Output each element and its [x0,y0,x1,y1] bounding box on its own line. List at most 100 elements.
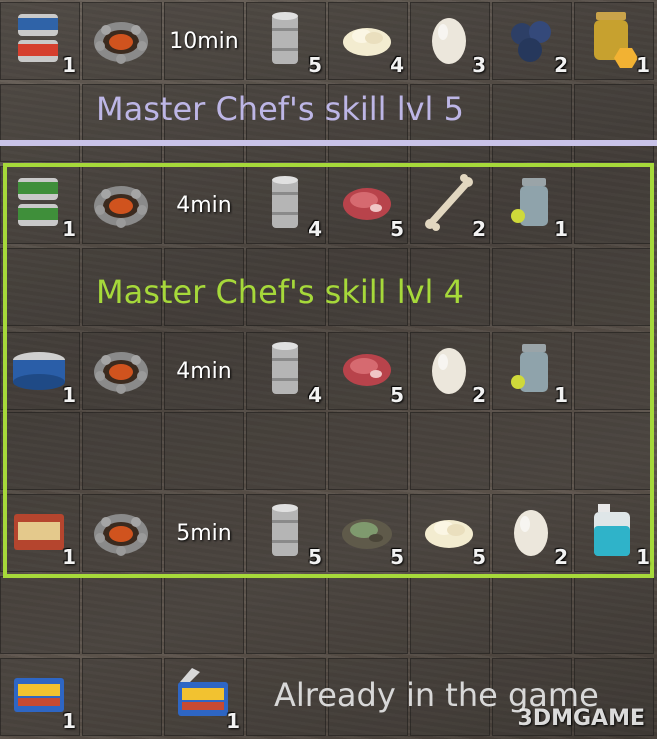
lvl5-tier-label: Master Chef's skill lvl 5 [96,90,464,128]
item-sham-can[interactable]: 1 [0,658,80,736]
grid-cell [574,84,654,162]
grid-cell [328,576,408,654]
grid-cell [0,84,80,162]
egg-icon [432,18,466,64]
item-count: 5 [308,545,322,569]
watermark: 3DMGAME [517,706,645,731]
item-count: 1 [62,709,76,733]
item-salmon-can[interactable]: 1 [0,494,80,572]
item-count: 5 [390,383,404,407]
item-count: 2 [554,545,568,569]
grid-cell [82,576,162,654]
item-raw-meat[interactable]: 5 [328,332,408,410]
item-count: 1 [226,709,240,733]
item-egg[interactable]: 3 [410,2,490,80]
bone-icon [425,174,473,231]
item-egg[interactable]: 2 [492,494,572,572]
recipe-board: 1 10min 5 4 3 2 1 Master Chef's skill lv… [0,0,657,739]
meow-chow-can-icon [18,178,58,226]
item-campfire[interactable] [82,166,162,244]
blueberries-icon [511,21,551,62]
item-count: 1 [62,383,76,407]
item-tuna-can[interactable]: 1 [0,332,80,410]
cook-time: 4min [176,192,232,218]
item-count: 1 [62,545,76,569]
item-count: 4 [308,383,322,407]
item-water-jar[interactable]: 1 [492,332,572,410]
item-canned-goods[interactable]: 1 [0,2,80,80]
item-count: 1 [62,217,76,241]
egg-icon [432,348,466,394]
campfire-icon [94,186,148,228]
empty-can-icon [272,342,298,394]
item-campfire[interactable] [82,494,162,572]
item-fish-steak[interactable]: 5 [328,494,408,572]
water-jar-icon [511,344,548,392]
grid-cell [82,658,162,736]
item-count: 1 [554,383,568,407]
item-antifreeze-jug[interactable]: 1 [574,494,654,572]
item-empty-can[interactable]: 5 [246,494,326,572]
item-count: 4 [390,53,404,77]
item-count: 5 [472,545,486,569]
item-count: 1 [636,545,650,569]
salmon-can-icon [14,514,64,550]
campfire-icon [94,352,148,394]
grid-cell [492,84,572,162]
grid-cell [492,576,572,654]
lvl4-tier-label: Master Chef's skill lvl 4 [96,273,464,311]
item-honey-jar[interactable]: 1 [574,2,654,80]
empty-can-icon [272,176,298,228]
item-mashed-potato[interactable]: 5 [410,494,490,572]
grid-cell [574,576,654,654]
antifreeze-jug-icon [594,504,630,556]
item-bone[interactable]: 2 [410,166,490,244]
cook-time: 4min [176,358,232,384]
item-water-jar[interactable]: 1 [492,166,572,244]
cook-time: 10min [169,28,239,54]
raw-meat-icon [343,354,391,386]
item-campfire[interactable] [82,332,162,410]
item-count: 2 [472,383,486,407]
fish-steak-icon [342,519,392,549]
item-campfire[interactable] [82,2,162,80]
item-count: 4 [308,217,322,241]
item-count: 3 [472,53,486,77]
sham-can-icon [14,678,64,712]
canned-goods-stack-icon [18,14,58,62]
item-count: 1 [62,53,76,77]
empty-can-icon [272,504,298,556]
item-count: 5 [308,53,322,77]
grid-cell [0,576,80,654]
tuna-can-icon [13,352,65,390]
raw-meat-icon [343,188,391,220]
lvl5-tier-divider [0,140,657,146]
item-count: 5 [390,217,404,241]
item-empty-can[interactable]: 4 [246,332,326,410]
campfire-icon [94,514,148,556]
cook-time: 5min [176,520,232,546]
grid-cell [410,576,490,654]
water-jar-icon [511,178,548,226]
item-count: 1 [554,217,568,241]
item-count: 2 [554,53,568,77]
item-count: 2 [472,217,486,241]
item-blueberries[interactable]: 2 [492,2,572,80]
sham-can-open-icon [178,668,228,716]
campfire-icon [94,22,148,64]
mashed-potato-icon [425,520,473,548]
grid-cell [164,576,244,654]
item-egg[interactable]: 2 [410,332,490,410]
item-count: 5 [390,545,404,569]
item-mashed-potato[interactable]: 4 [328,2,408,80]
mashed-potato-icon [343,28,391,56]
grid-cell [246,576,326,654]
item-raw-meat[interactable]: 5 [328,166,408,244]
egg-icon [514,510,548,556]
item-sham-can-open[interactable]: 1 [164,658,244,736]
honey-jar-icon [594,12,638,68]
item-empty-can[interactable]: 5 [246,2,326,80]
item-meow-chow-can[interactable]: 1 [0,166,80,244]
item-empty-can[interactable]: 4 [246,166,326,244]
empty-can-icon [272,12,298,64]
